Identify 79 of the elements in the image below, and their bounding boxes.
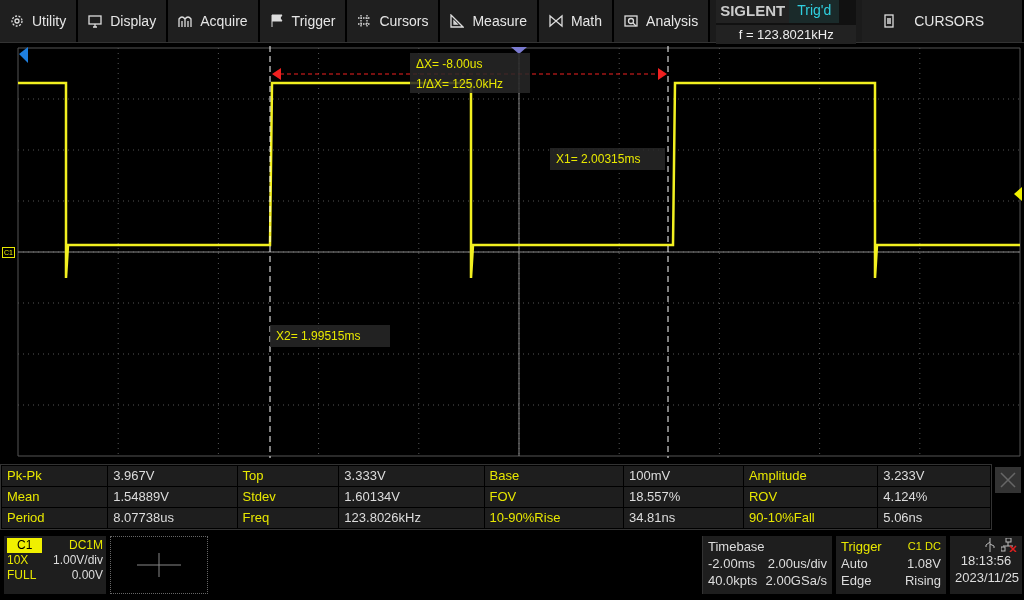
level-text: 1.08V bbox=[907, 555, 941, 572]
monitor-icon bbox=[88, 14, 103, 28]
clipboard-icon bbox=[882, 14, 897, 28]
measure-label: Amplitude bbox=[743, 466, 878, 486]
frequency-readout: f = 123.8021kHz bbox=[716, 24, 857, 44]
network-disconnected-icon bbox=[1001, 538, 1017, 552]
timebase-panel[interactable]: Timebase -2.00ms 2.00us/div 40.0kpts 2.00GSa/s bbox=[702, 536, 832, 594]
measure-value: 8.07738us bbox=[108, 508, 237, 528]
slope-text: Rising bbox=[904, 572, 941, 589]
measure-value: 18.557% bbox=[624, 487, 743, 507]
clock-time: 18:13:56 bbox=[959, 552, 1013, 569]
menu-button[interactable]: Utility bbox=[0, 0, 79, 42]
measure-value: 3.967V bbox=[108, 466, 237, 486]
source-text: C1 bbox=[907, 540, 922, 552]
scale-text: 2.00us/div bbox=[767, 555, 827, 572]
coupling-text: DC bbox=[925, 540, 941, 552]
measure-label: Base bbox=[484, 466, 623, 486]
brand-logo: SIGLENT bbox=[716, 0, 790, 23]
measure-value: 100mV bbox=[624, 466, 743, 486]
menu-button[interactable]: Math bbox=[538, 0, 615, 42]
delta-x-readout: ΔX= -8.00us bbox=[415, 56, 484, 73]
mode-text: Auto bbox=[841, 555, 868, 572]
measure-label: ROV bbox=[743, 487, 878, 507]
x2-readout: X2= 1.99515ms bbox=[270, 325, 390, 347]
menu-button[interactable]: Trigger bbox=[259, 0, 348, 42]
measure-label: Freq bbox=[237, 508, 339, 528]
measure-value: 5.06ns bbox=[878, 508, 990, 528]
menu-button[interactable]: Measure bbox=[440, 0, 539, 42]
measure-label: Mean bbox=[2, 487, 108, 507]
bowtie-icon bbox=[548, 14, 563, 28]
menu-button[interactable]: Acquire bbox=[168, 0, 260, 42]
magnifier-document-icon bbox=[624, 14, 639, 28]
measure-value: 3.233V bbox=[878, 466, 990, 486]
measure-value: 1.54889V bbox=[108, 487, 237, 507]
empty-channel-slot[interactable] bbox=[110, 536, 208, 594]
clock-date: 2023/11/25 bbox=[955, 569, 1017, 586]
cursors-panel-button[interactable]: CURSORS bbox=[862, 0, 1024, 42]
channel-panel[interactable]: C1 DC1M 10X 1.00V/div FULL 0.00V bbox=[4, 536, 106, 594]
timebase-title: Timebase bbox=[708, 538, 766, 555]
cursor-line[interactable] bbox=[269, 45, 271, 459]
measure-value: 4.124% bbox=[878, 487, 990, 507]
cursor-line[interactable] bbox=[667, 45, 669, 459]
trigger-title: Trigger bbox=[841, 538, 882, 555]
menu-button[interactable]: Cursors bbox=[347, 0, 441, 42]
x1-readout: X1= 2.00315ms bbox=[550, 148, 665, 170]
measure-label: 90-10%Fall bbox=[743, 508, 878, 528]
measure-label: 10-90%Rise bbox=[484, 508, 623, 528]
delay-text: -2.00ms bbox=[708, 555, 755, 572]
crosshair-grid-icon bbox=[357, 14, 372, 28]
measure-value: 123.8026kHz bbox=[339, 508, 484, 528]
trigger-level-icon[interactable] bbox=[1014, 187, 1022, 201]
usb-icon bbox=[984, 538, 995, 552]
measure-value: 1.60134V bbox=[339, 487, 484, 507]
type-text: Edge bbox=[841, 572, 872, 589]
bandwidth-text: FULL bbox=[7, 568, 37, 583]
measure-label: FOV bbox=[484, 487, 623, 507]
menu-button[interactable]: Analysis bbox=[614, 0, 711, 42]
memory-text: 40.0kpts bbox=[708, 572, 758, 589]
sample-rate-text: 2.00GSa/s bbox=[765, 572, 827, 589]
scale-text: 1.00V/div bbox=[52, 553, 103, 568]
gear-icon bbox=[10, 14, 24, 28]
measure-label: Stdev bbox=[237, 487, 339, 507]
plus-icon bbox=[137, 553, 181, 577]
flag-icon bbox=[269, 14, 284, 28]
channel-label: C1 bbox=[7, 538, 43, 553]
measure-value: 34.81ns bbox=[624, 508, 743, 528]
arches-icon bbox=[178, 14, 193, 28]
coupling-text: DC1M bbox=[69, 538, 103, 553]
measure-label: Period bbox=[2, 508, 108, 528]
trigger-status: Trig'd bbox=[789, 0, 840, 23]
trigger-panel[interactable]: Trigger C1 DC Auto 1.08V Edge Rising bbox=[836, 536, 946, 594]
inverse-delta-readout: 1/ΔX= 125.0kHz bbox=[415, 76, 505, 93]
position-marker-icon[interactable] bbox=[19, 47, 28, 63]
probe-text: 10X bbox=[7, 553, 29, 568]
measure-value: 3.333V bbox=[339, 466, 484, 486]
offset-text: 0.00V bbox=[71, 568, 103, 583]
measure-label: Top bbox=[237, 466, 339, 486]
measure-label: Pk-Pk bbox=[2, 466, 108, 486]
menu-button[interactable]: Display bbox=[78, 0, 169, 42]
